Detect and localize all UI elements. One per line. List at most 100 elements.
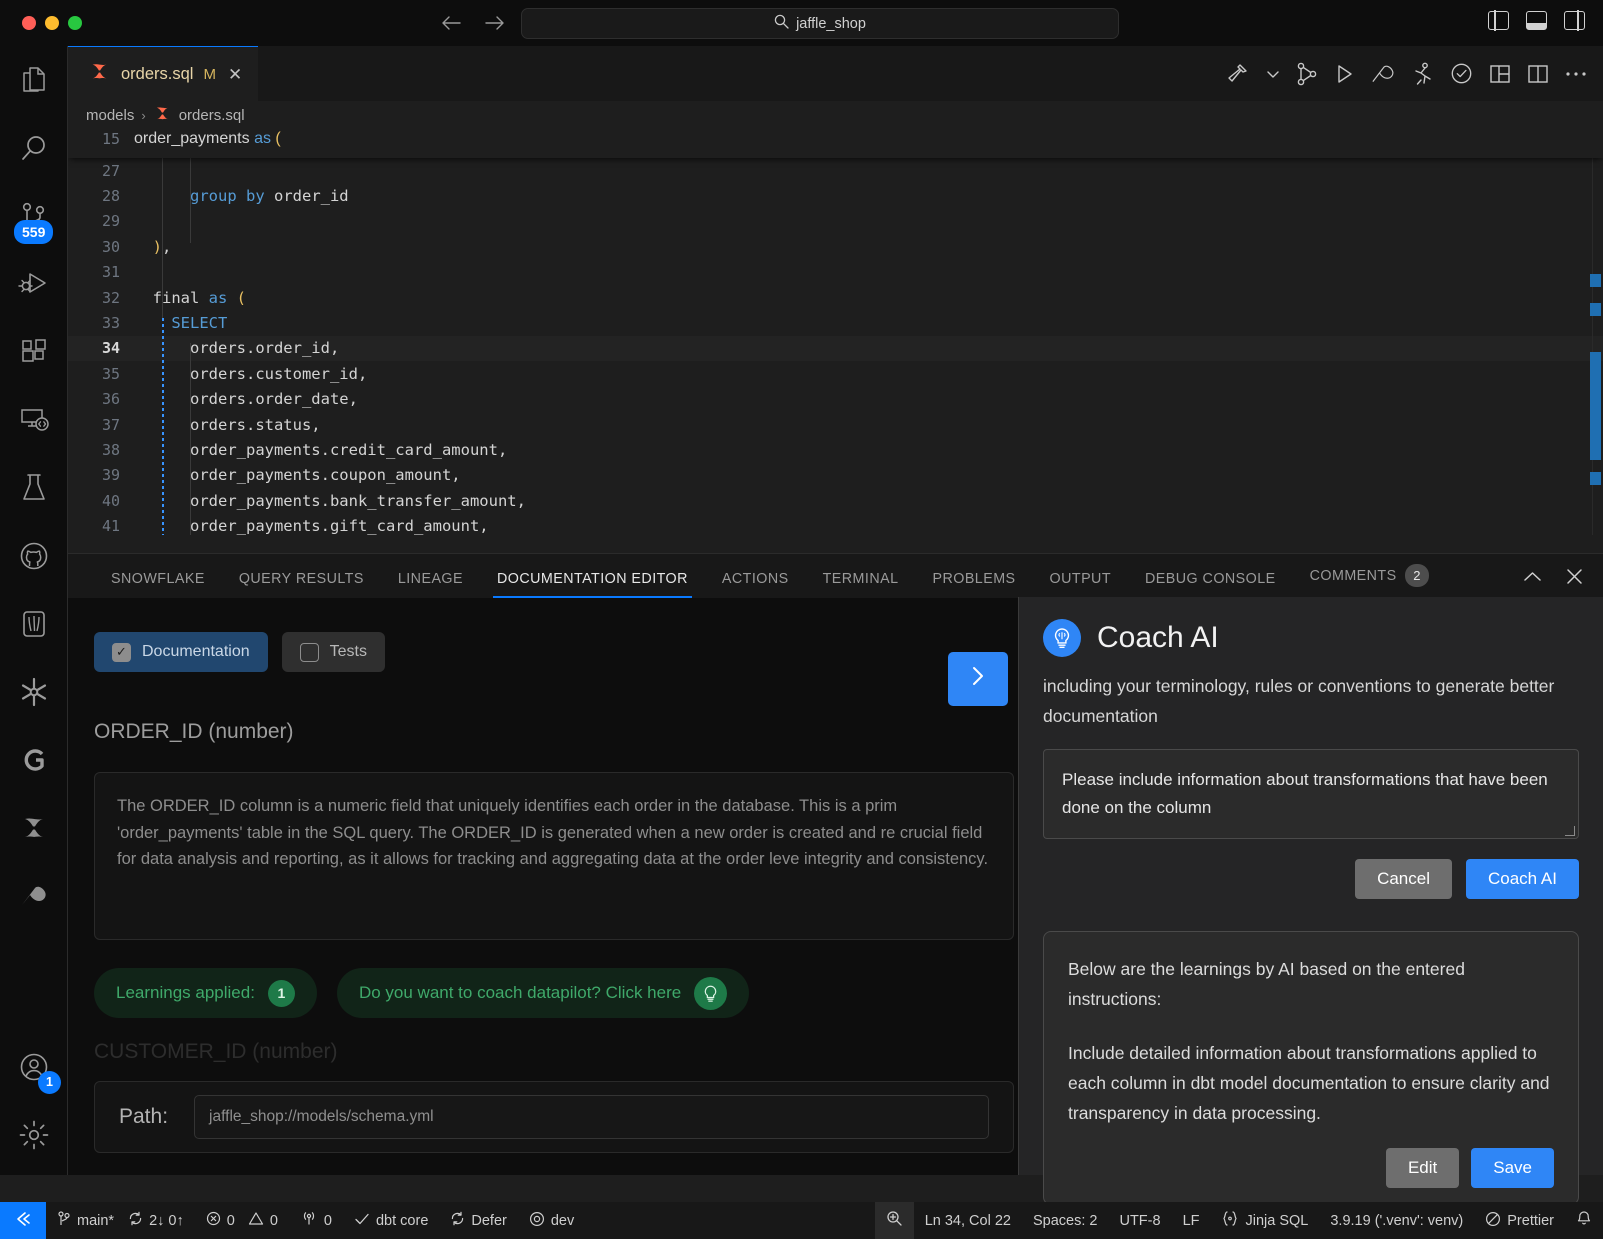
status-zoom-button[interactable] xyxy=(874,1202,914,1239)
status-notifications[interactable] xyxy=(1565,1202,1603,1239)
sidebar-item-testing[interactable] xyxy=(0,454,67,522)
close-window-button[interactable] xyxy=(22,16,36,30)
coach-datapilot-prompt[interactable]: Do you want to coach datapilot? Click he… xyxy=(336,968,750,1018)
path-input[interactable]: jaffle_shop://models/schema.yml xyxy=(194,1095,989,1139)
sidebar-item-accounts[interactable]: 1 xyxy=(0,1033,68,1101)
sidebar-item-github[interactable] xyxy=(0,522,67,590)
next-column-button[interactable] xyxy=(948,652,1008,706)
build-hammer-icon[interactable] xyxy=(1226,62,1250,86)
learnings-applied-badge: Learnings applied: 1 xyxy=(94,968,317,1018)
resize-grip-icon[interactable] xyxy=(1565,826,1575,836)
altimate-icon[interactable] xyxy=(1370,63,1396,85)
tab-debug-console[interactable]: DEBUG CONSOLE xyxy=(1128,571,1293,598)
sidebar-item-run-and-debug[interactable] xyxy=(0,250,67,318)
breadcrumb[interactable]: models › orders.sql xyxy=(68,101,1603,130)
tab-comments[interactable]: COMMENTS 2 xyxy=(1293,564,1446,598)
status-cursor-position[interactable]: Ln 34, Col 22 xyxy=(914,1202,1022,1239)
sidebar-item-gitlens[interactable] xyxy=(0,726,67,794)
breadcrumb-file[interactable]: orders.sql xyxy=(179,107,245,124)
tab-orders-sql[interactable]: orders.sql M ✕ xyxy=(68,46,259,101)
tab-snowflake[interactable]: SNOWFLAKE xyxy=(94,571,222,598)
editor-toolbar[interactable] xyxy=(1226,46,1587,101)
line-text: group by order_id xyxy=(190,187,349,206)
close-icon[interactable]: ✕ xyxy=(228,66,242,83)
split-preview-icon[interactable] xyxy=(1489,64,1511,84)
sidebar-item-explorer[interactable] xyxy=(0,46,67,114)
maximize-window-button[interactable] xyxy=(68,16,82,30)
minimize-window-button[interactable] xyxy=(45,16,59,30)
sidebar-item-altimate[interactable] xyxy=(0,862,67,930)
accounts-badge: 1 xyxy=(38,1071,61,1094)
column-description-input[interactable]: The ORDER_ID column is a numeric field t… xyxy=(94,772,1014,940)
sidebar-item-dbt-power-user[interactable] xyxy=(0,794,67,862)
quick-search-input[interactable]: jaffle_shop xyxy=(521,8,1119,39)
toggle-tests[interactable]: Tests xyxy=(281,632,385,672)
code-line: 39 order_payments.coupon_amount, xyxy=(68,463,1603,488)
sidebar-item-search[interactable] xyxy=(0,114,67,182)
toggle-panel-icon[interactable] xyxy=(1526,11,1547,30)
title-bar: jaffle_shop xyxy=(0,0,1603,583)
status-branch[interactable]: main* 2↓ 0↑ xyxy=(46,1202,195,1239)
remote-window-button[interactable] xyxy=(0,1202,46,1239)
sidebar-item-settings[interactable] xyxy=(0,1101,68,1169)
altimate-icon xyxy=(19,883,49,909)
sidebar-item-remote-explorer[interactable] xyxy=(0,386,67,454)
status-indentation[interactable]: Spaces: 2 xyxy=(1022,1202,1109,1239)
line-number: 38 xyxy=(101,440,120,459)
coach-instruction-input[interactable]: Please include information about transfo… xyxy=(1043,749,1579,839)
toggle-primary-sidebar-icon[interactable] xyxy=(1488,10,1509,31)
scrollbar-marker xyxy=(1590,352,1601,460)
status-language-mode[interactable]: Jinja SQL xyxy=(1210,1202,1319,1239)
status-defer[interactable]: Defer xyxy=(439,1202,517,1239)
tab-output[interactable]: OUTPUT xyxy=(1033,571,1128,598)
status-target[interactable]: dev xyxy=(518,1202,585,1239)
layout-controls[interactable] xyxy=(1488,10,1585,583)
status-formatter[interactable]: Prettier xyxy=(1474,1202,1565,1239)
lineage-icon[interactable] xyxy=(1296,62,1318,86)
sidebar-item-snowflake[interactable] xyxy=(0,658,67,726)
chevron-up-icon[interactable] xyxy=(1523,568,1542,590)
window-controls[interactable] xyxy=(22,16,82,30)
status-ports[interactable]: 0 xyxy=(289,1202,343,1239)
split-editor-icon[interactable] xyxy=(1527,64,1549,84)
coach-ai-submit-button[interactable]: Coach AI xyxy=(1466,859,1579,899)
chevron-down-icon[interactable] xyxy=(1266,67,1280,81)
tab-problems[interactable]: PROBLEMS xyxy=(915,571,1032,598)
tab-actions[interactable]: ACTIONS xyxy=(705,571,806,598)
cancel-button[interactable]: Cancel xyxy=(1355,859,1452,899)
tab-documentation-editor[interactable]: DOCUMENTATION EDITOR xyxy=(480,571,705,598)
tab-lineage[interactable]: LINEAGE xyxy=(381,571,480,598)
more-actions-icon[interactable] xyxy=(1565,70,1587,78)
arrow-left-icon[interactable] xyxy=(440,13,462,33)
toggle-documentation[interactable]: ✓ Documentation xyxy=(94,632,268,672)
status-eol[interactable]: LF xyxy=(1172,1202,1211,1239)
sidebar-item-source-control[interactable]: 559 xyxy=(0,182,67,250)
editor-scrollbar[interactable] xyxy=(1589,130,1603,535)
code-editor[interactable]: 15 order_payments as ( 27 28 group by or… xyxy=(68,130,1603,535)
check-circle-icon[interactable] xyxy=(1450,62,1473,85)
sidebar-item-postgres[interactable] xyxy=(0,590,67,658)
sidebar-item-extensions[interactable] xyxy=(0,318,67,386)
status-python-interpreter[interactable]: 3.9.19 ('.venv': venv) xyxy=(1319,1202,1474,1239)
navigation-arrows[interactable] xyxy=(440,13,506,33)
toggle-secondary-sidebar-icon[interactable] xyxy=(1564,10,1585,31)
edit-button[interactable]: Edit xyxy=(1385,1148,1460,1188)
ai-learnings-card: Below are the learnings by AI based on t… xyxy=(1043,931,1579,1205)
status-encoding[interactable]: UTF-8 xyxy=(1108,1202,1171,1239)
save-button[interactable]: Save xyxy=(1471,1148,1554,1188)
arrow-right-icon[interactable] xyxy=(484,13,506,33)
line-text xyxy=(134,162,143,180)
active-indent-guide xyxy=(162,318,164,535)
close-icon[interactable] xyxy=(1566,568,1583,590)
tab-query-results[interactable]: QUERY RESULTS xyxy=(222,571,381,598)
status-problems[interactable]: 0 0 xyxy=(195,1202,289,1239)
run-icon[interactable] xyxy=(1334,63,1354,85)
panel-controls[interactable] xyxy=(1523,568,1583,590)
line-number: 30 xyxy=(101,237,120,256)
tab-terminal[interactable]: TERMINAL xyxy=(806,571,916,598)
activity-bar: 559 1 xyxy=(0,46,68,1175)
run-dbt-icon[interactable] xyxy=(1412,62,1434,86)
status-dbt[interactable]: dbt core xyxy=(343,1202,439,1239)
github-icon xyxy=(19,541,49,571)
breadcrumb-folder[interactable]: models xyxy=(86,107,134,124)
